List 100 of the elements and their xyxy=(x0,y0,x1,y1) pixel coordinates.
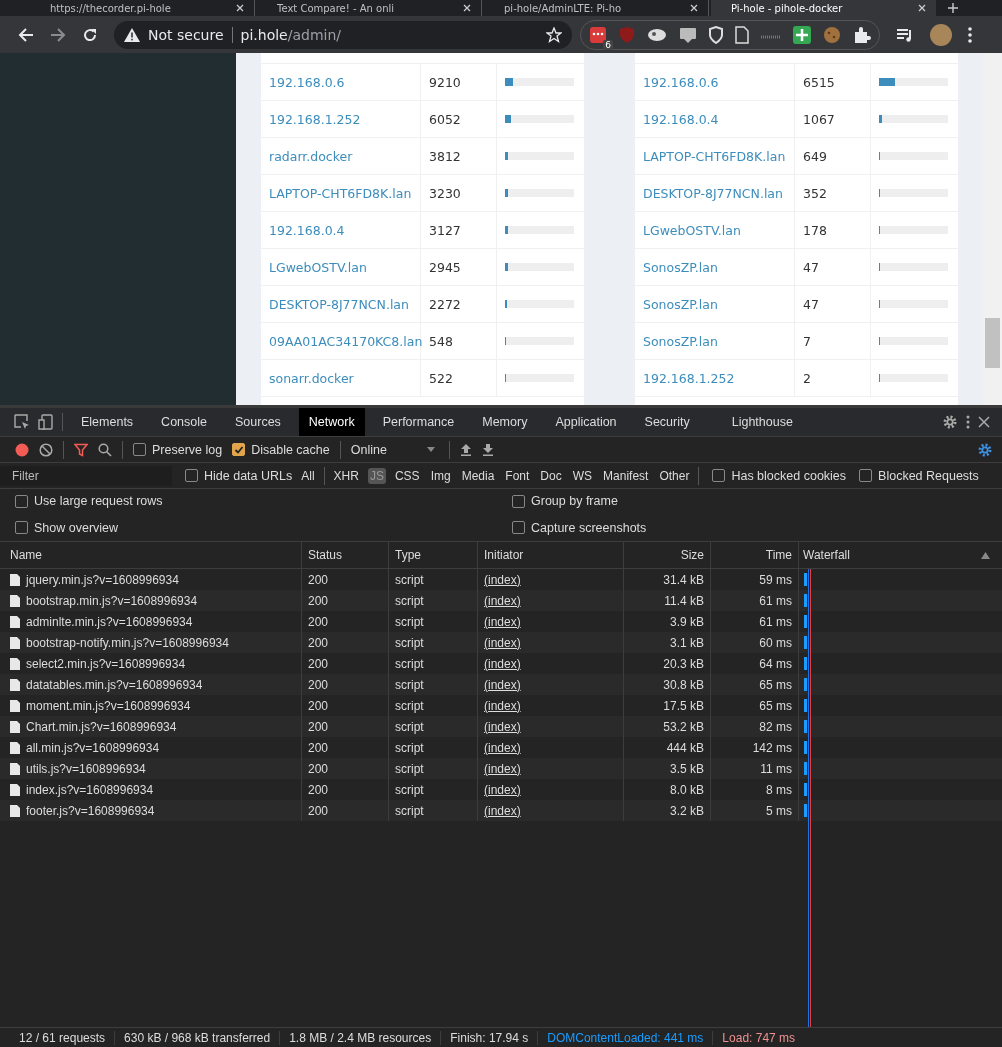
checkbox-label[interactable]: Disable cache xyxy=(251,442,330,457)
checkbox-label[interactable]: Hide data URLs xyxy=(204,468,293,483)
initiator-link[interactable]: (index) xyxy=(484,677,521,692)
inspect-icon[interactable] xyxy=(14,414,30,430)
download-icon[interactable] xyxy=(481,443,494,456)
host-link[interactable]: 192.168.0.4 xyxy=(269,222,345,238)
host-link[interactable]: LGwebOSTV.lan xyxy=(269,259,367,275)
plus-icon[interactable] xyxy=(793,25,811,44)
host-link[interactable]: 192.168.1.252 xyxy=(643,370,735,386)
forward-arrow-icon[interactable] xyxy=(50,26,66,43)
column-header[interactable]: Time xyxy=(711,542,799,568)
filter-field[interactable]: Filter xyxy=(0,465,172,486)
checkbox[interactable] xyxy=(15,521,28,534)
column-header[interactable]: Size xyxy=(624,542,711,568)
more-icon[interactable] xyxy=(968,26,972,43)
devtools-tab[interactable]: Security xyxy=(634,408,700,436)
back-arrow-icon[interactable] xyxy=(18,26,34,43)
type-filter[interactable]: All xyxy=(299,467,317,484)
shield-icon[interactable] xyxy=(709,25,723,44)
checkbox[interactable] xyxy=(15,494,28,508)
initiator-link[interactable]: (index) xyxy=(484,614,521,629)
type-filter[interactable]: WS xyxy=(570,467,595,484)
column-header[interactable]: Type xyxy=(389,542,478,568)
checkbox-label[interactable]: Capture screenshots xyxy=(531,520,647,535)
device-icon[interactable] xyxy=(38,414,54,430)
host-link[interactable]: LGwebOSTV.lan xyxy=(643,222,741,238)
scrollbar-thumb[interactable] xyxy=(985,318,1000,368)
avatar[interactable] xyxy=(930,23,952,46)
checkbox[interactable] xyxy=(133,443,146,456)
close-icon[interactable] xyxy=(978,416,990,428)
host-link[interactable]: 192.168.0.6 xyxy=(643,74,719,90)
host-link[interactable]: radarr.docker xyxy=(269,148,353,164)
reload-icon[interactable] xyxy=(82,26,98,43)
host-link[interactable]: 192.168.1.252 xyxy=(269,111,361,127)
checkbox[interactable] xyxy=(512,494,525,508)
devtools-tab[interactable]: Console xyxy=(151,408,217,436)
host-link[interactable]: LAPTOP-CHT6FD8K.lan xyxy=(643,148,786,164)
browser-tab[interactable]: Pi-hole - pihole-docker xyxy=(711,0,936,16)
type-filter[interactable]: XHR xyxy=(331,467,361,484)
search-icon[interactable] xyxy=(98,442,112,457)
checkbox[interactable] xyxy=(185,469,198,482)
initiator-link[interactable]: (index) xyxy=(484,761,521,776)
column-header[interactable]: Status xyxy=(302,542,389,568)
checkbox[interactable] xyxy=(232,443,246,456)
host-link[interactable]: DESKTOP-8J77NCN.lan xyxy=(269,296,409,312)
initiator-link[interactable]: (index) xyxy=(484,803,521,818)
type-filter[interactable]: Doc xyxy=(538,467,564,484)
filter-icon[interactable] xyxy=(74,442,88,457)
throttling-dropdown[interactable]: Online xyxy=(350,442,439,457)
cookie-icon[interactable] xyxy=(823,25,841,44)
more-icon[interactable] xyxy=(966,414,970,430)
media-control-icon[interactable] xyxy=(896,26,914,43)
host-link[interactable]: SonosZP.lan xyxy=(643,296,718,312)
checkbox-label[interactable]: Show overview xyxy=(34,520,119,535)
initiator-link[interactable]: (index) xyxy=(484,782,521,797)
checkbox-label[interactable]: Preserve log xyxy=(152,442,223,457)
initiator-link[interactable]: (index) xyxy=(484,635,521,650)
checkbox-label[interactable]: Group by frame xyxy=(531,494,618,508)
extension-icon[interactable] xyxy=(589,25,607,44)
document-icon[interactable] xyxy=(735,25,749,44)
type-filter[interactable]: Other xyxy=(657,467,692,484)
initiator-link[interactable]: (index) xyxy=(484,698,521,713)
initiator-link[interactable]: (index) xyxy=(484,656,521,671)
host-link[interactable]: SonosZP.lan xyxy=(643,259,718,275)
initiator-link[interactable]: (index) xyxy=(484,572,521,587)
record-icon[interactable] xyxy=(15,442,29,457)
scrollbar[interactable] xyxy=(983,53,1002,405)
settings-icon[interactable] xyxy=(942,414,958,430)
host-link[interactable]: sonarr.docker xyxy=(269,370,354,386)
host-link[interactable]: SonosZP.lan xyxy=(643,333,718,349)
close-icon[interactable] xyxy=(918,4,926,12)
checkbox-label[interactable]: Use large request rows xyxy=(34,494,163,508)
checkbox-label[interactable]: Blocked Requests xyxy=(878,468,979,483)
checkbox[interactable] xyxy=(859,469,873,482)
clear-icon[interactable] xyxy=(39,442,53,457)
settings-icon[interactable] xyxy=(977,441,993,458)
devtools-tab[interactable]: Memory xyxy=(472,408,538,436)
type-filter[interactable]: Media xyxy=(459,467,497,484)
host-link[interactable]: 192.168.0.4 xyxy=(643,111,719,127)
devtools-tab[interactable]: Elements xyxy=(71,408,144,436)
devtools-tab[interactable]: Performance xyxy=(372,408,465,436)
type-filter[interactable]: Font xyxy=(503,467,532,484)
devtools-tab[interactable]: Application xyxy=(545,408,627,436)
host-link[interactable]: 09AA01AC34170KC8.lan xyxy=(269,333,423,349)
type-filter[interactable]: Manifest xyxy=(601,467,651,484)
star-icon[interactable] xyxy=(546,26,562,43)
upload-icon[interactable] xyxy=(459,443,472,456)
checkbox[interactable] xyxy=(512,521,525,534)
close-icon[interactable] xyxy=(690,4,698,12)
column-header[interactable]: Waterfall xyxy=(799,542,1002,568)
plus-icon[interactable] xyxy=(948,3,958,13)
puzzle-icon[interactable] xyxy=(853,25,871,44)
devtools-tab[interactable]: Sources xyxy=(225,408,291,436)
type-filter[interactable]: Img xyxy=(428,467,453,484)
initiator-link[interactable]: (index) xyxy=(484,719,521,734)
devtools-tab[interactable]: Lighthouse xyxy=(707,408,817,436)
close-icon[interactable] xyxy=(463,4,471,12)
address-bar[interactable]: Not secure pi.hole/admin/ xyxy=(114,20,572,49)
host-link[interactable]: 192.168.0.6 xyxy=(269,74,345,90)
sort-caret-icon[interactable] xyxy=(981,551,990,559)
